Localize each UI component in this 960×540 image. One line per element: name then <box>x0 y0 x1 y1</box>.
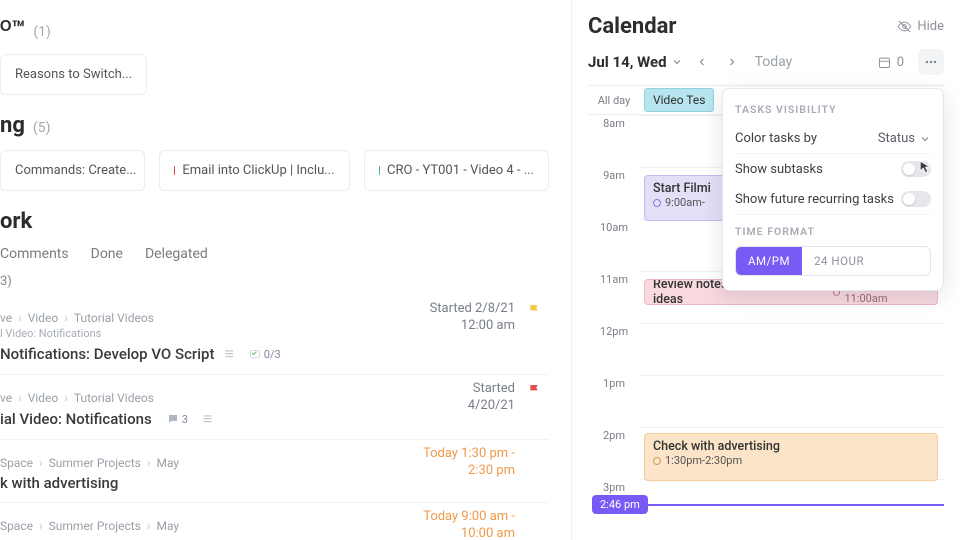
task-row[interactable]: Space› Summer Projects› May k with adver… <box>0 440 549 503</box>
checklist-pill[interactable]: 0/3 <box>244 346 286 363</box>
show-subtasks-toggle[interactable] <box>901 161 931 177</box>
comment-count[interactable]: 3 <box>162 411 193 428</box>
calendar-icon <box>877 55 892 70</box>
tab-done[interactable]: Done <box>91 246 123 262</box>
time-format-ampm[interactable]: AM/PM <box>736 247 802 275</box>
task-title: Notifications: Develop VO Script <box>0 345 214 363</box>
chat-icon <box>167 413 179 425</box>
show-recurring-label: Show future recurring tasks <box>735 192 894 207</box>
group-1-title: ᴼ™ <box>0 16 25 42</box>
hour-label: 2pm <box>588 427 640 479</box>
group-1-count: (1) <box>33 24 51 40</box>
task-row[interactable]: Space› Summer Projects› May Filming ≡ To… <box>0 503 549 540</box>
prev-day-button[interactable] <box>691 51 713 73</box>
all-day-event[interactable]: Video Tes <box>644 88 714 112</box>
hour-label: 12pm <box>588 323 640 375</box>
eye-off-icon <box>897 19 912 34</box>
task-start-meta: Started 2/8/21 12:00 am <box>430 301 515 335</box>
next-day-button[interactable] <box>721 51 743 73</box>
hour-label: 8am <box>588 115 640 167</box>
tab-delegated[interactable]: Delegated <box>145 246 208 262</box>
card-email-into-clickup[interactable]: Email into ClickUp | Inclu... <box>159 150 349 191</box>
task-start-meta: Today 9:00 am - 10:00 am <box>423 509 515 540</box>
recurring-icon <box>653 457 661 465</box>
calendar-event-advertising[interactable]: Check with advertising 1:30pm-2:30pm <box>644 433 938 481</box>
equals-icon: ≡ <box>224 344 233 364</box>
task-start-meta: Today 1:30 pm - 2:30 pm <box>423 446 515 480</box>
flag-icon[interactable] <box>527 303 543 319</box>
tab-comments[interactable]: Comments <box>0 246 69 262</box>
hour-label: 9am <box>588 167 640 219</box>
card-reasons-to-switch[interactable]: Reasons to Switch... <box>0 54 147 95</box>
recurring-icon <box>653 199 661 207</box>
ellipsis-icon <box>923 54 939 70</box>
chevron-left-icon <box>696 56 708 68</box>
chevron-right-icon <box>726 56 738 68</box>
task-title: k with advertising <box>0 474 118 492</box>
group-3-title: ork <box>0 209 32 234</box>
task-start-meta: Started 4/20/21 <box>468 381 515 415</box>
flag-icon[interactable] <box>527 383 543 399</box>
task-title: ial Video: Notifications <box>0 410 152 428</box>
bucket-count: 3) <box>0 274 549 289</box>
chevron-down-icon <box>919 133 931 145</box>
chevron-down-icon <box>671 56 683 68</box>
card-commands-create[interactable]: Commands: Create... <box>0 150 145 191</box>
all-day-label: All day <box>588 94 640 107</box>
time-format-segmented: AM/PM 24 HOUR <box>735 246 931 276</box>
card-cro-yt001[interactable]: CRO - YT001 - Video 4 - ... <box>364 150 549 191</box>
color-tasks-by-label: Color tasks by <box>735 131 817 146</box>
hour-label: 10am <box>588 219 640 271</box>
color-tasks-by-select[interactable]: Status <box>878 131 931 146</box>
hour-label: 11am <box>588 271 640 323</box>
current-time-indicator: 2:46 pm <box>588 495 944 514</box>
calendar-settings-popover: TASKS VISIBILITY Color tasks by Status S… <box>722 88 944 291</box>
breadcrumb[interactable]: ve› Video› Tutorial Videos <box>0 391 549 405</box>
popover-section-visibility: TASKS VISIBILITY <box>735 103 931 116</box>
task-row[interactable]: ve› Video› Tutorial Videos ial Video: No… <box>0 375 549 440</box>
show-subtasks-label: Show subtasks <box>735 162 823 177</box>
popover-section-timeformat: TIME FORMAT <box>735 225 931 238</box>
show-recurring-toggle[interactable] <box>901 191 931 207</box>
time-format-24h[interactable]: 24 HOUR <box>802 247 876 275</box>
cursor-icon <box>915 159 933 177</box>
current-time-badge: 2:46 pm <box>592 495 648 514</box>
group-2-count: (5) <box>33 120 51 136</box>
unscheduled-count[interactable]: 0 <box>877 55 904 70</box>
today-button[interactable]: Today <box>755 54 793 70</box>
more-button[interactable] <box>918 49 944 75</box>
checklist-icon <box>249 348 261 360</box>
hour-label: 1pm <box>588 375 640 427</box>
date-picker[interactable]: Jul 14, Wed <box>588 53 683 71</box>
equals-icon: ≡ <box>203 409 212 429</box>
calendar-title: Calendar <box>588 14 676 39</box>
task-row[interactable]: ve› Video› Tutorial Videos l Video: Noti… <box>0 295 549 375</box>
hide-button[interactable]: Hide <box>897 19 944 34</box>
group-2-title: ng <box>0 113 25 138</box>
